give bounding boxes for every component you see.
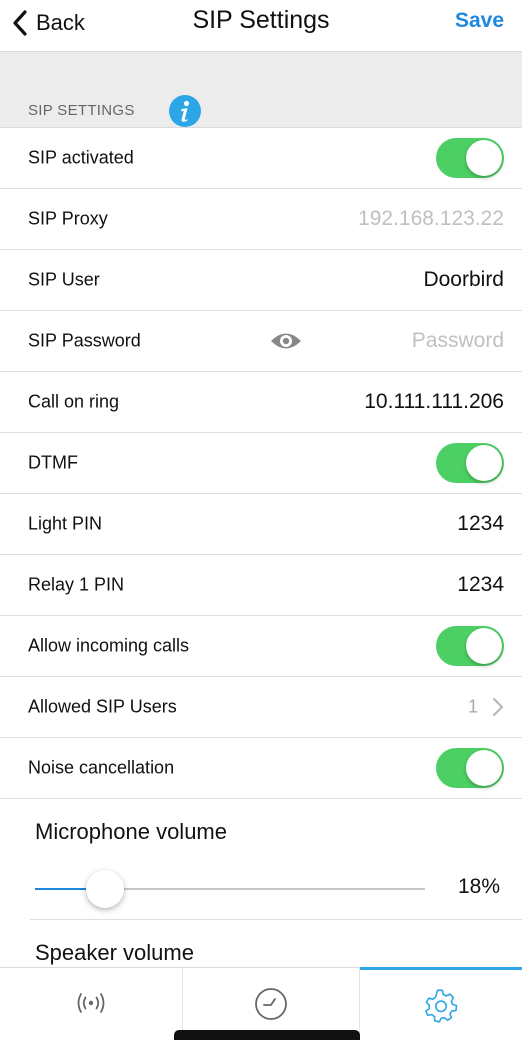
home-indicator (174, 1030, 360, 1040)
row-allow-incoming-calls: Allow incoming calls (0, 616, 522, 677)
relay-pin-label: Relay 1 PIN (28, 574, 125, 595)
microphone-volume-slider[interactable] (35, 869, 425, 909)
microphone-volume-value: 18% (457, 875, 500, 898)
history-icon (255, 988, 287, 1020)
allow-incoming-calls-toggle[interactable] (436, 626, 504, 666)
dtmf-toggle[interactable] (436, 443, 504, 483)
tab-settings[interactable] (360, 967, 522, 1040)
sip-activated-label: SIP activated (28, 147, 134, 168)
eye-icon[interactable] (270, 330, 302, 352)
navigation-bar: Back SIP Settings Save (0, 0, 522, 52)
row-sip-password[interactable]: SIP Password Password (0, 311, 522, 372)
row-noise-cancellation: Noise cancellation (0, 738, 522, 799)
slider-thumb[interactable] (86, 870, 125, 908)
settings-gear-icon (425, 989, 458, 1023)
noise-cancellation-label: Noise cancellation (28, 757, 175, 778)
call-on-ring-label: Call on ring (28, 391, 120, 412)
chevron-left-icon (13, 10, 27, 36)
row-sip-proxy[interactable]: SIP Proxy 192.168.123.22 (0, 189, 522, 250)
sip-user-field[interactable]: Doorbird (423, 268, 504, 292)
speaker-volume-section: Speaker volume (0, 920, 522, 967)
broadcast-icon (77, 993, 105, 1013)
row-relay-pin[interactable]: Relay 1 PIN 1234 (0, 555, 522, 616)
allow-incoming-calls-label: Allow incoming calls (28, 635, 190, 656)
row-light-pin[interactable]: Light PIN 1234 (0, 494, 522, 555)
dtmf-label: DTMF (28, 452, 78, 473)
info-icon[interactable] (169, 95, 201, 127)
light-pin-label: Light PIN (28, 513, 103, 534)
save-button[interactable]: Save (455, 9, 504, 33)
toggle-knob (466, 445, 502, 481)
toggle-knob (466, 628, 502, 664)
call-on-ring-field[interactable]: 10.111.111.206 (364, 390, 504, 414)
microphone-volume-label: Microphone volume (35, 819, 227, 844)
row-call-on-ring[interactable]: Call on ring 10.111.111.206 (0, 372, 522, 433)
section-label: SIP SETTINGS (28, 102, 135, 119)
sip-user-label: SIP User (28, 269, 100, 290)
sip-password-field[interactable]: Password (412, 329, 504, 353)
sip-proxy-label: SIP Proxy (28, 208, 108, 229)
allowed-sip-users-count: 1 (467, 696, 478, 717)
back-button[interactable]: Back (12, 8, 85, 38)
row-sip-user[interactable]: SIP User Doorbird (0, 250, 522, 311)
noise-cancellation-toggle[interactable] (436, 748, 504, 788)
sip-proxy-field[interactable]: 192.168.123.22 (358, 207, 504, 231)
row-dtmf: DTMF (0, 433, 522, 494)
sip-activated-toggle[interactable] (436, 138, 504, 178)
section-header: SIP SETTINGS (0, 52, 522, 128)
back-label: Back (36, 10, 85, 35)
toggle-knob (466, 140, 502, 176)
microphone-volume-section: Microphone volume 18% (0, 799, 522, 920)
sip-password-label: SIP Password (28, 330, 141, 351)
allowed-sip-users-label: Allowed SIP Users (28, 696, 177, 717)
speaker-volume-label: Speaker volume (35, 940, 194, 965)
row-sip-activated: SIP activated (0, 128, 522, 189)
chevron-right-icon[interactable] (492, 697, 504, 717)
light-pin-field[interactable]: 1234 (457, 512, 504, 536)
toggle-knob (466, 750, 502, 786)
row-allowed-sip-users[interactable]: Allowed SIP Users 1 (0, 677, 522, 738)
relay-pin-field[interactable]: 1234 (457, 573, 504, 597)
tab-live[interactable] (0, 968, 182, 1040)
